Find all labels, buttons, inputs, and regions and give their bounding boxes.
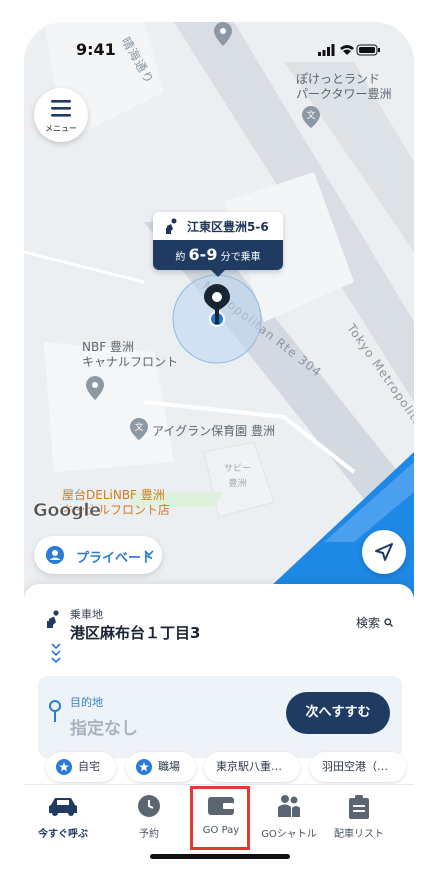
eta-value: 6-9: [188, 245, 218, 264]
chip-work-label: 職場: [158, 760, 180, 773]
destination-box[interactable]: 目的地 指定なし 次へすすむ: [38, 676, 402, 758]
phone-screen: 晴海通り Metropolitan Rte 304 Tokyo Metropol…: [24, 22, 414, 866]
tab-ride-list-label: 配車リスト: [334, 829, 384, 840]
clipboard-icon: [349, 795, 369, 819]
pickup-label: 乗車地: [70, 608, 103, 621]
status-time: 9:41: [76, 40, 116, 59]
chip-tokyo-station[interactable]: 東京駅八重…: [204, 752, 300, 782]
chip-haneda[interactable]: 羽田空港（…: [310, 752, 406, 782]
place-pocket-land: ぽけっとランド パークタワー豊洲: [296, 72, 392, 101]
taxi-icon: [49, 798, 77, 816]
chip-tokyo-station-label: 東京駅八重…: [216, 760, 282, 773]
eta-text: 約 6-9 分で乗車: [153, 240, 283, 270]
tab-call-now-label: 今すぐ呼ぶ: [38, 829, 88, 840]
place-nbf-canal: NBF 豊洲 キャナルフロント: [82, 340, 179, 369]
clock-icon: [138, 795, 160, 817]
pickup-address: 江東区豊洲5-6: [187, 220, 269, 234]
pickup-eta-bubble[interactable]: 江東区豊洲5-6 約 6-9 分で乗車: [153, 212, 283, 270]
tab-go-shuttle[interactable]: GOシャトル: [250, 785, 328, 849]
tab-reserve-label: 予約: [139, 829, 159, 840]
google-logo: Google: [33, 500, 102, 522]
star-icon: [56, 759, 72, 775]
place-aiguran: アイグラン保育園 豊洲: [152, 424, 275, 438]
pickup-search-link[interactable]: 検索: [356, 614, 393, 631]
chip-home[interactable]: 自宅: [46, 752, 116, 782]
passenger-icon: [166, 218, 177, 234]
person-icon: [46, 546, 64, 564]
tab-ride-list[interactable]: 配車リスト: [320, 785, 398, 849]
nbf-pin-icon: [86, 376, 104, 400]
chip-work[interactable]: 職場: [126, 752, 196, 782]
bubble-tail: [210, 269, 226, 277]
next-button[interactable]: 次へすすむ: [286, 692, 390, 734]
navigation-arrow-icon: [375, 543, 393, 561]
tab-call-now[interactable]: 今すぐ呼ぶ: [24, 785, 102, 849]
place-sapie: サピー 豊洲: [224, 464, 252, 489]
menu-label: メニュー: [45, 124, 77, 133]
current-location-button[interactable]: [362, 530, 406, 574]
star-icon: [136, 759, 152, 775]
search-label: 検索: [356, 616, 381, 630]
ride-mode-label: プライベート: [76, 551, 155, 566]
ride-mode-selector[interactable]: プライベート: [34, 536, 162, 574]
passenger-pickup-icon: [47, 610, 59, 628]
destination-pin-icon: [49, 700, 61, 722]
chevron-down-icon: [144, 550, 154, 557]
status-icons: [318, 44, 380, 56]
hamburger-icon: [51, 100, 71, 117]
menu-button[interactable]: メニュー: [34, 88, 88, 142]
school-pin-icon: 文: [302, 106, 320, 128]
pickup-pin-icon[interactable]: [204, 284, 230, 324]
tab-go-shuttle-label: GOシャトル: [261, 829, 317, 840]
svg-text:文: 文: [306, 109, 315, 121]
search-icon: [384, 618, 393, 627]
people-icon: [278, 795, 300, 817]
chip-haneda-label: 羽田空港（…: [322, 760, 388, 773]
status-bar: 9:41: [24, 22, 414, 72]
ride-request-sheet: 乗車地 港区麻布台１丁目3 検索 目的地 指定なし 次へすすむ 自宅 職場 東京…: [24, 584, 414, 784]
nursery-pin-icon: 文: [130, 418, 148, 440]
svg-text:文: 文: [134, 421, 143, 433]
go-pay-highlight-box: [190, 786, 250, 850]
home-indicator: [150, 854, 290, 859]
route-connector-icon: [51, 643, 61, 664]
tab-reserve[interactable]: 予約: [110, 785, 188, 849]
destination-label: 目的地: [70, 696, 103, 709]
pickup-value[interactable]: 港区麻布台１丁目3: [70, 622, 200, 643]
chip-home-label: 自宅: [78, 760, 100, 773]
destination-value[interactable]: 指定なし: [70, 714, 138, 739]
